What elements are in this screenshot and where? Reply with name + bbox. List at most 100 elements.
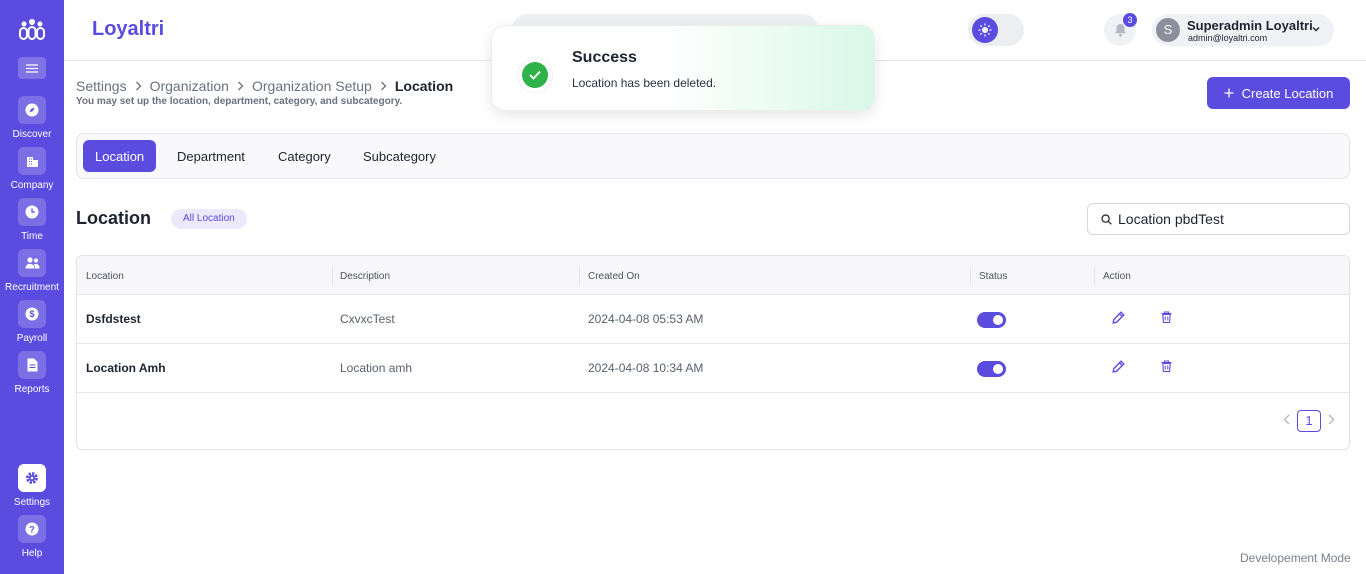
- sidebar-item-recruitment[interactable]: Recruitment: [0, 249, 64, 293]
- user-name: Superadmin Loyaltri: [1187, 18, 1313, 33]
- section-badge: All Location: [171, 209, 247, 229]
- sidebar-item-reports[interactable]: Reports: [0, 351, 64, 395]
- chevron-right-icon: [237, 81, 244, 91]
- svg-text:?: ?: [29, 524, 35, 534]
- breadcrumb-settings[interactable]: Settings: [76, 78, 127, 94]
- tab-subcategory[interactable]: Subcategory: [351, 140, 448, 172]
- check-circle-icon: [518, 58, 552, 92]
- sidebar-item-time[interactable]: Time: [0, 198, 64, 242]
- pagination: 1: [1283, 410, 1335, 432]
- column-header-location[interactable]: Location: [86, 271, 124, 282]
- pencil-icon: [1112, 311, 1125, 324]
- tab-category[interactable]: Category: [266, 140, 343, 172]
- table-row: Location Amh Location amh 2024-04-08 10:…: [77, 344, 1349, 393]
- tab-location[interactable]: Location: [83, 140, 157, 172]
- pencil-icon: [1112, 360, 1125, 373]
- toast-message: Location has been deleted.: [572, 76, 717, 90]
- location-table: Location Description Created On Status A…: [76, 255, 1350, 450]
- table-row: Dsfdstest CxvxcTest 2024-04-08 05:53 AM: [77, 295, 1349, 344]
- section-title: Location: [76, 208, 151, 228]
- column-header-status[interactable]: Status: [979, 271, 1007, 282]
- search-icon: [1101, 213, 1112, 225]
- environment-label: Developement Mode: [1240, 551, 1351, 565]
- sidebar-item-discover[interactable]: Discover: [0, 96, 64, 140]
- table-header: Location Description Created On Status A…: [77, 256, 1349, 295]
- trash-icon: [1161, 360, 1172, 372]
- brand-name: Loyaltri: [92, 18, 165, 40]
- users-icon: [18, 249, 46, 277]
- dollar-icon: $: [18, 300, 46, 328]
- previous-page-button[interactable]: [1283, 412, 1291, 430]
- cell-created-on: 2024-04-08 05:53 AM: [588, 312, 704, 326]
- delete-button[interactable]: [1161, 360, 1172, 372]
- chevron-right-icon: [1328, 414, 1335, 425]
- page-number-button[interactable]: 1: [1297, 410, 1321, 432]
- sidebar: Discover Company Time Recruitment $ Payr…: [0, 0, 64, 574]
- compass-icon: [18, 96, 46, 124]
- chevron-right-icon: [135, 81, 142, 91]
- sidebar-item-label: Help: [21, 548, 43, 559]
- theme-toggle[interactable]: [968, 14, 1024, 46]
- cell-location: Dsfdstest: [86, 312, 141, 326]
- tab-bar: Location Department Category Subcategory: [76, 133, 1350, 179]
- cell-created-on: 2024-04-08 10:34 AM: [588, 361, 704, 375]
- sidebar-item-payroll[interactable]: $ Payroll: [0, 300, 64, 344]
- cell-description: Location amh: [340, 361, 413, 375]
- trash-icon: [1161, 311, 1172, 323]
- gear-icon: [18, 464, 46, 492]
- sidebar-item-label: Discover: [12, 129, 52, 140]
- status-toggle[interactable]: [977, 361, 1006, 377]
- sidebar-item-settings[interactable]: Settings: [0, 464, 64, 508]
- column-divider: [970, 267, 971, 285]
- chevron-down-icon: [1312, 27, 1320, 32]
- column-header-description[interactable]: Description: [340, 271, 390, 282]
- breadcrumb-current: Location: [394, 78, 454, 94]
- column-header-action: Action: [1103, 271, 1131, 282]
- cell-description: CxvxcTest: [340, 312, 395, 326]
- edit-button[interactable]: [1112, 360, 1125, 373]
- question-icon: ?: [18, 515, 46, 543]
- breadcrumb-organization-setup[interactable]: Organization Setup: [252, 78, 372, 94]
- toast-title: Success: [572, 49, 637, 66]
- hamburger-icon: [26, 63, 38, 73]
- search-input[interactable]: Location pbdTest: [1087, 203, 1350, 235]
- app-logo-icon[interactable]: [18, 18, 46, 40]
- tab-department[interactable]: Department: [165, 140, 257, 172]
- sun-icon: [972, 17, 998, 43]
- page-subtitle: You may set up the location, department,…: [76, 96, 403, 107]
- column-divider: [332, 267, 333, 285]
- chevron-right-icon: [380, 81, 387, 91]
- sidebar-item-label: Company: [10, 180, 54, 191]
- plus-icon: [1224, 88, 1234, 98]
- sidebar-item-label: Time: [21, 231, 43, 242]
- cell-location: Location Amh: [86, 361, 166, 375]
- user-email: admin@loyaltri.com: [1188, 33, 1268, 43]
- create-location-button[interactable]: Create Location: [1207, 77, 1350, 109]
- svg-text:$: $: [29, 309, 34, 319]
- sidebar-item-label: Reports: [14, 384, 50, 395]
- breadcrumb-organization[interactable]: Organization: [150, 78, 229, 94]
- breadcrumb: Settings Organization Organization Setup…: [76, 78, 453, 94]
- delete-button[interactable]: [1161, 311, 1172, 323]
- search-value: Location pbdTest: [1118, 211, 1224, 227]
- sidebar-item-label: Payroll: [16, 333, 48, 344]
- menu-toggle-button[interactable]: [18, 57, 46, 79]
- chevron-left-icon: [1283, 414, 1290, 425]
- document-icon: [18, 351, 46, 379]
- notification-count-badge: 3: [1123, 13, 1137, 27]
- next-page-button[interactable]: [1327, 412, 1335, 430]
- sidebar-item-label: Settings: [13, 497, 51, 508]
- column-header-created-on[interactable]: Created On: [588, 271, 640, 282]
- sidebar-item-company[interactable]: Company: [0, 147, 64, 191]
- clock-icon: [18, 198, 46, 226]
- sidebar-item-label: Recruitment: [5, 282, 59, 293]
- column-divider: [579, 267, 580, 285]
- edit-button[interactable]: [1112, 311, 1125, 324]
- building-icon: [18, 147, 46, 175]
- create-location-label: Create Location: [1241, 85, 1334, 101]
- status-toggle[interactable]: [977, 312, 1006, 328]
- success-toast: Success Location has been deleted.: [491, 25, 875, 111]
- column-divider: [1094, 267, 1095, 285]
- sidebar-item-help[interactable]: ? Help: [0, 515, 64, 559]
- user-profile-menu[interactable]: S Superadmin Loyaltri admin@loyaltri.com: [1152, 14, 1334, 46]
